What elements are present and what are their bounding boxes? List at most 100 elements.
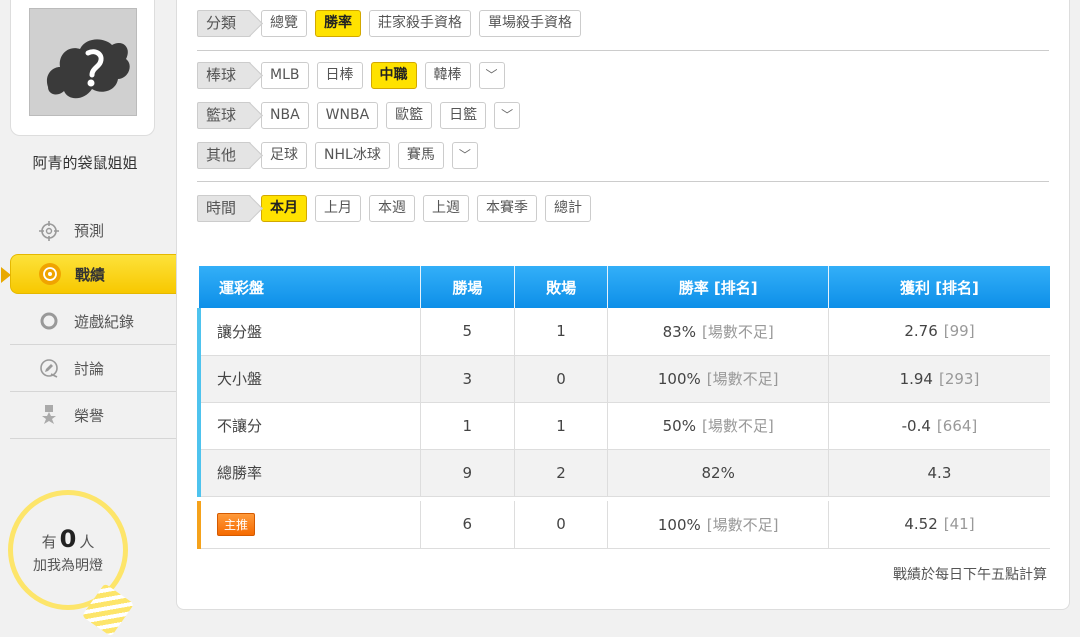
- win-rate: 83%: [662, 322, 696, 341]
- circle-icon: [38, 310, 60, 332]
- chevron-down-icon[interactable]: ﹀: [494, 102, 521, 129]
- profit-cell: 4.3: [828, 449, 1050, 497]
- losses: 0: [514, 501, 609, 549]
- profit-rank: [99]: [943, 322, 975, 341]
- wins: 1: [420, 402, 515, 450]
- col-header-losses: 敗場: [514, 266, 609, 308]
- win-rate-cell: 100% [場數不足]: [607, 501, 829, 549]
- col-header-market: 運彩盤: [199, 266, 421, 308]
- filter-label: 時間: [197, 195, 252, 222]
- filter-label: 籃球: [197, 102, 252, 129]
- table-header-row: 運彩盤 勝場 敗場 勝率 [排名] 獲利 [排名]: [199, 266, 1050, 308]
- main-panel: 分類 總覽 勝率 莊家殺手資格 單場殺手資格 棒球 MLB 日棒 中職 韓棒 ﹀…: [176, 0, 1070, 610]
- profit-rank: [293]: [938, 369, 980, 388]
- filter-label: 棒球: [197, 62, 252, 89]
- chip-horse-racing[interactable]: 賽馬: [397, 142, 444, 169]
- chip-cpbl[interactable]: 中職: [370, 62, 417, 89]
- chip-kbo[interactable]: 韓棒: [424, 62, 471, 89]
- win-rate: 82%: [701, 463, 735, 482]
- profit: 4.3: [927, 463, 952, 482]
- wins: 9: [420, 449, 515, 497]
- table-row: 大小盤 3 0 100% [場數不足] 1.94 [293]: [196, 355, 1050, 403]
- win-rate-cell: 50% [場數不足]: [607, 402, 829, 450]
- user-name[interactable]: 阿青的袋鼠姐姐: [0, 152, 170, 173]
- market-name: 總勝率: [196, 449, 421, 497]
- chip-euro-basketball[interactable]: 歐籃: [386, 102, 433, 129]
- win-rate-cell: 100% [場數不足]: [607, 355, 829, 403]
- nav-item-honor[interactable]: 榮譽: [10, 392, 176, 439]
- pencil-chat-icon: [38, 357, 60, 379]
- chip-single-killer[interactable]: 單場殺手資格: [479, 10, 582, 37]
- fan-cta: 加我為明燈: [33, 558, 103, 574]
- profit: 4.52: [904, 515, 938, 534]
- wins: 5: [420, 308, 515, 356]
- chip-japan-basketball[interactable]: 日籃: [440, 102, 487, 129]
- losses: 1: [514, 308, 609, 356]
- chip-overview[interactable]: 總覽: [261, 10, 308, 37]
- losses: 1: [514, 402, 609, 450]
- crosshair-icon: [38, 220, 60, 242]
- chip-nba[interactable]: NBA: [261, 102, 309, 129]
- calculation-note: 戰績於每日下午五點計算: [893, 567, 1047, 583]
- nav-item-game-log[interactable]: 遊戲紀錄: [10, 298, 176, 345]
- filter-row-time: 時間 本月 上月 本週 上週 本賽季 總計: [197, 195, 592, 222]
- table-row-total: 總勝率 9 2 82% 4.3: [196, 449, 1050, 497]
- chevron-down-icon[interactable]: ﹀: [451, 142, 478, 169]
- losses: 0: [514, 355, 609, 403]
- col-header-win-rate: 勝率 [排名]: [607, 266, 829, 308]
- win-rate: 50%: [662, 417, 696, 435]
- unknown-user-icon: [46, 39, 130, 99]
- table-row: 讓分盤 5 1 83% [場數不足] 2.76 [99]: [196, 308, 1050, 356]
- nav-item-discuss[interactable]: 討論: [10, 345, 176, 392]
- chip-this-week[interactable]: 本週: [369, 195, 416, 222]
- nav-label: 戰績: [75, 265, 106, 284]
- market-name: 不讓分: [196, 402, 421, 450]
- chip-last-week[interactable]: 上週: [423, 195, 470, 222]
- nav-item-predict[interactable]: 預測: [10, 207, 176, 254]
- table-row: 不讓分 1 1 50% [場數不足] -0.4 [664]: [196, 402, 1050, 450]
- medal-icon: [38, 404, 60, 426]
- nav-label: 遊戲紀錄: [74, 312, 135, 331]
- profit: 2.76: [904, 322, 938, 341]
- market-name: 大小盤: [196, 355, 421, 403]
- chip-last-month[interactable]: 上月: [315, 195, 362, 222]
- wins: 6: [420, 501, 515, 549]
- avatar-card: [10, 0, 155, 136]
- filter-row-other: 其他 足球 NHL冰球 賽馬 ﹀: [197, 142, 478, 169]
- losses: 2: [514, 449, 609, 497]
- table-row-main-pick: 主推 6 0 100% [場數不足] 4.52 [41]: [196, 501, 1050, 549]
- chip-win-rate[interactable]: 勝率: [315, 10, 362, 37]
- sidebar: 阿青的袋鼠姐姐 預測 戰績 遊戲紀錄 討論 榮譽 有 0 人 加我為明燈: [0, 0, 190, 637]
- chip-this-season[interactable]: 本賽季: [477, 195, 538, 222]
- chip-total[interactable]: 總計: [545, 195, 592, 222]
- filter-row-basketball: 籃球 NBA WNBA 歐籃 日籃 ﹀: [197, 102, 521, 129]
- chevron-down-icon[interactable]: ﹀: [478, 62, 505, 89]
- filter-row-baseball: 棒球 MLB 日棒 中職 韓棒 ﹀: [197, 62, 505, 89]
- win-rate: 100%: [657, 515, 701, 534]
- win-rate-rank: [場數不足]: [706, 515, 779, 534]
- nav-label: 榮譽: [74, 406, 105, 425]
- win-rate-rank: [場數不足]: [701, 322, 774, 341]
- profit-rank: [41]: [943, 515, 975, 534]
- chip-banker-killer[interactable]: 莊家殺手資格: [369, 10, 472, 37]
- chip-nhl[interactable]: NHL冰球: [315, 142, 390, 169]
- chip-mlb[interactable]: MLB: [261, 62, 309, 89]
- win-rate-cell: 82%: [607, 449, 829, 497]
- win-rate: 100%: [657, 370, 701, 388]
- chip-soccer[interactable]: 足球: [261, 142, 308, 169]
- profit-cell: -0.4 [664]: [828, 402, 1050, 450]
- nav-item-record[interactable]: 戰績: [1, 254, 190, 294]
- stats-table: 運彩盤 勝場 敗場 勝率 [排名] 獲利 [排名] 讓分盤 5 1 83% [場數…: [196, 266, 1050, 549]
- profit-cell: 2.76 [99]: [828, 308, 1050, 356]
- target-icon: [39, 263, 61, 285]
- win-rate-cell: 83% [場數不足]: [607, 308, 829, 356]
- divider: [197, 50, 1049, 51]
- chip-this-month[interactable]: 本月: [261, 195, 308, 222]
- chip-wnba[interactable]: WNBA: [316, 102, 379, 129]
- profit-cell: 4.52 [41]: [828, 501, 1050, 549]
- main-pick-cell: 主推: [196, 501, 421, 549]
- nav-label: 討論: [74, 359, 105, 378]
- col-header-wins: 勝場: [420, 266, 515, 308]
- avatar[interactable]: [29, 8, 137, 116]
- chip-npb[interactable]: 日棒: [316, 62, 363, 89]
